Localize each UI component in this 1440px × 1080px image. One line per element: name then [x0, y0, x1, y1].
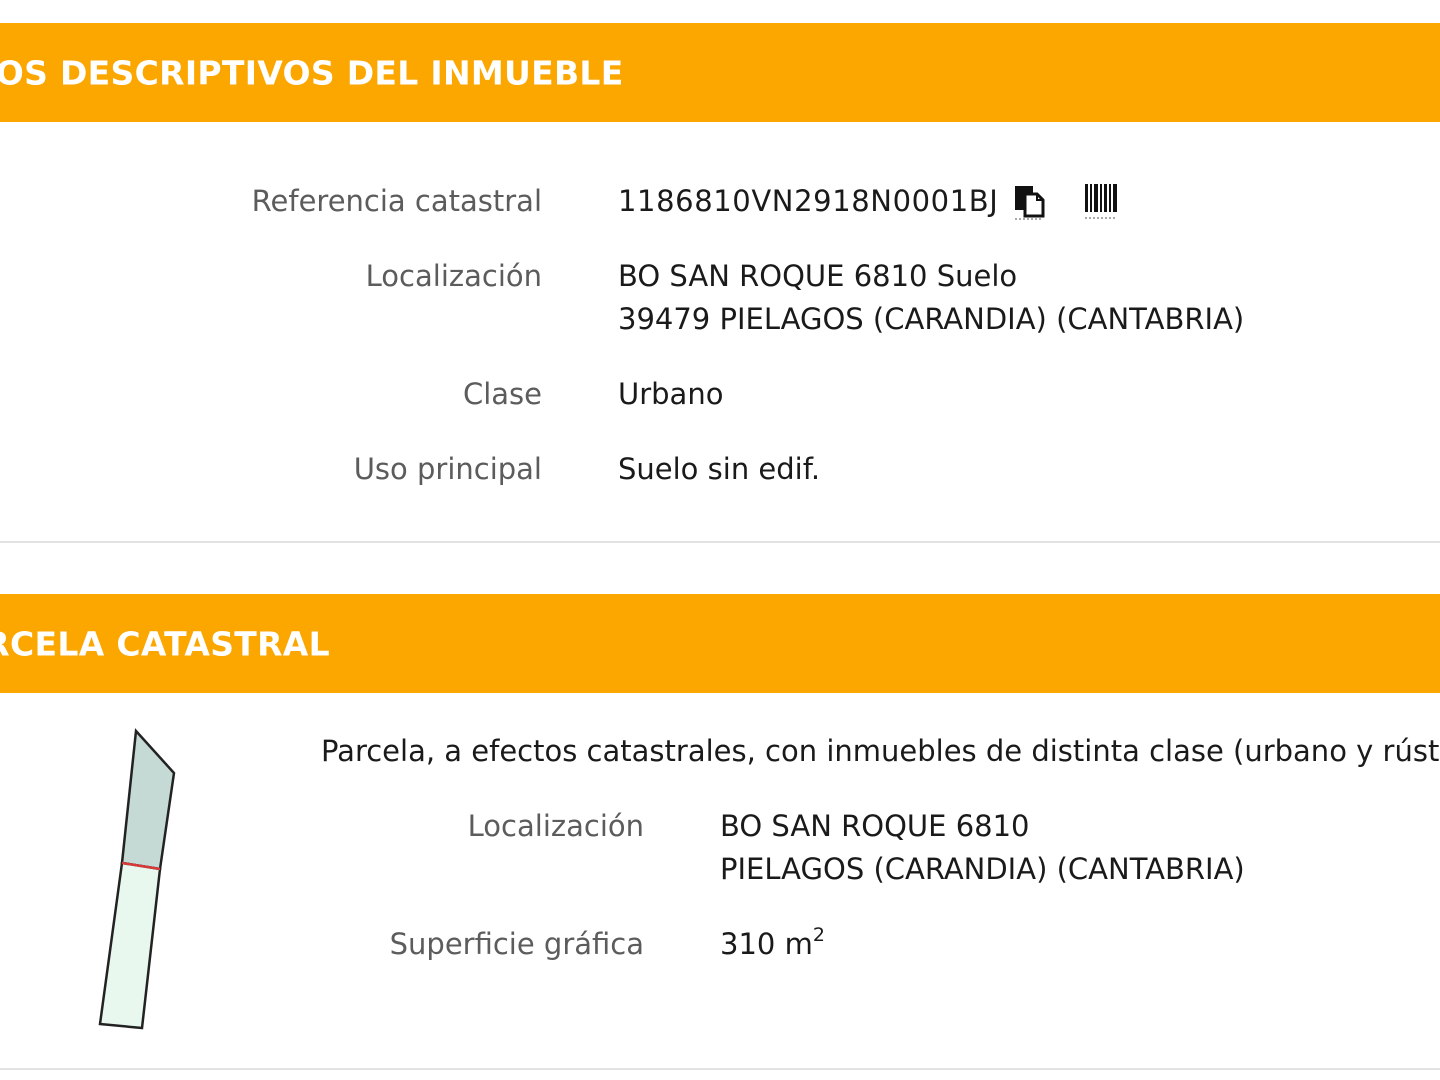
section-divider-bottom [0, 1068, 1440, 1070]
parcela-note: Parcela, a efectos catastrales, con inmu… [321, 734, 1440, 768]
parcel-rustic-portion [98, 861, 162, 1030]
section-divider [0, 541, 1440, 543]
localizacion-label: Localización [365, 259, 542, 293]
section-title: PARCELA CATASTRAL [0, 624, 330, 663]
superficie-unit-exponent: 2 [812, 924, 825, 946]
superficie-grafica-value: 310 m2 [720, 923, 825, 966]
clase-label: Clase [462, 377, 542, 411]
copy-icon[interactable] [1013, 184, 1045, 220]
ref-catastral-value[interactable]: 1186810VN2918N0001BJ [618, 180, 998, 223]
localizacion-value: BO SAN ROQUE 6810 Suelo 39479 PIELAGOS (… [618, 255, 1244, 341]
superficie-grafica-label: Superficie gráfica [389, 927, 644, 961]
section-title: DATOS DESCRIPTIVOS DEL INMUEBLE [0, 53, 624, 92]
section-header-parcela-catastral: PARCELA CATASTRAL [0, 594, 1440, 693]
localizacion-line2: 39479 PIELAGOS (CARANDIA) (CANTABRIA) [618, 302, 1245, 336]
clase-value: Urbano [618, 377, 724, 411]
parcela-localizacion-line1: BO SAN ROQUE 6810 [720, 809, 1030, 843]
barcode-icon[interactable] [1083, 182, 1119, 220]
ref-catastral-label: Referencia catastral [251, 184, 542, 218]
superficie-amount: 310 m [720, 927, 813, 961]
uso-principal-value: Suelo sin edif. [618, 452, 821, 486]
parcela-localizacion-line2: PIELAGOS (CARANDIA) (CANTABRIA) [720, 852, 1245, 886]
parcela-localizacion-label: Localización [467, 809, 644, 843]
section-header-datos-descriptivos: DATOS DESCRIPTIVOS DEL INMUEBLE [0, 23, 1440, 122]
uso-principal-label: Uso principal [353, 452, 542, 486]
catastro-page: DATOS DESCRIPTIVOS DEL INMUEBLE Referenc… [0, 0, 1440, 1080]
parcel-urban-portion [120, 728, 176, 871]
parcel-map-sketch[interactable] [94, 724, 184, 1034]
parcela-localizacion-value: BO SAN ROQUE 6810 PIELAGOS (CARANDIA) (C… [720, 805, 1245, 891]
localizacion-line1: BO SAN ROQUE 6810 Suelo [618, 259, 1018, 293]
